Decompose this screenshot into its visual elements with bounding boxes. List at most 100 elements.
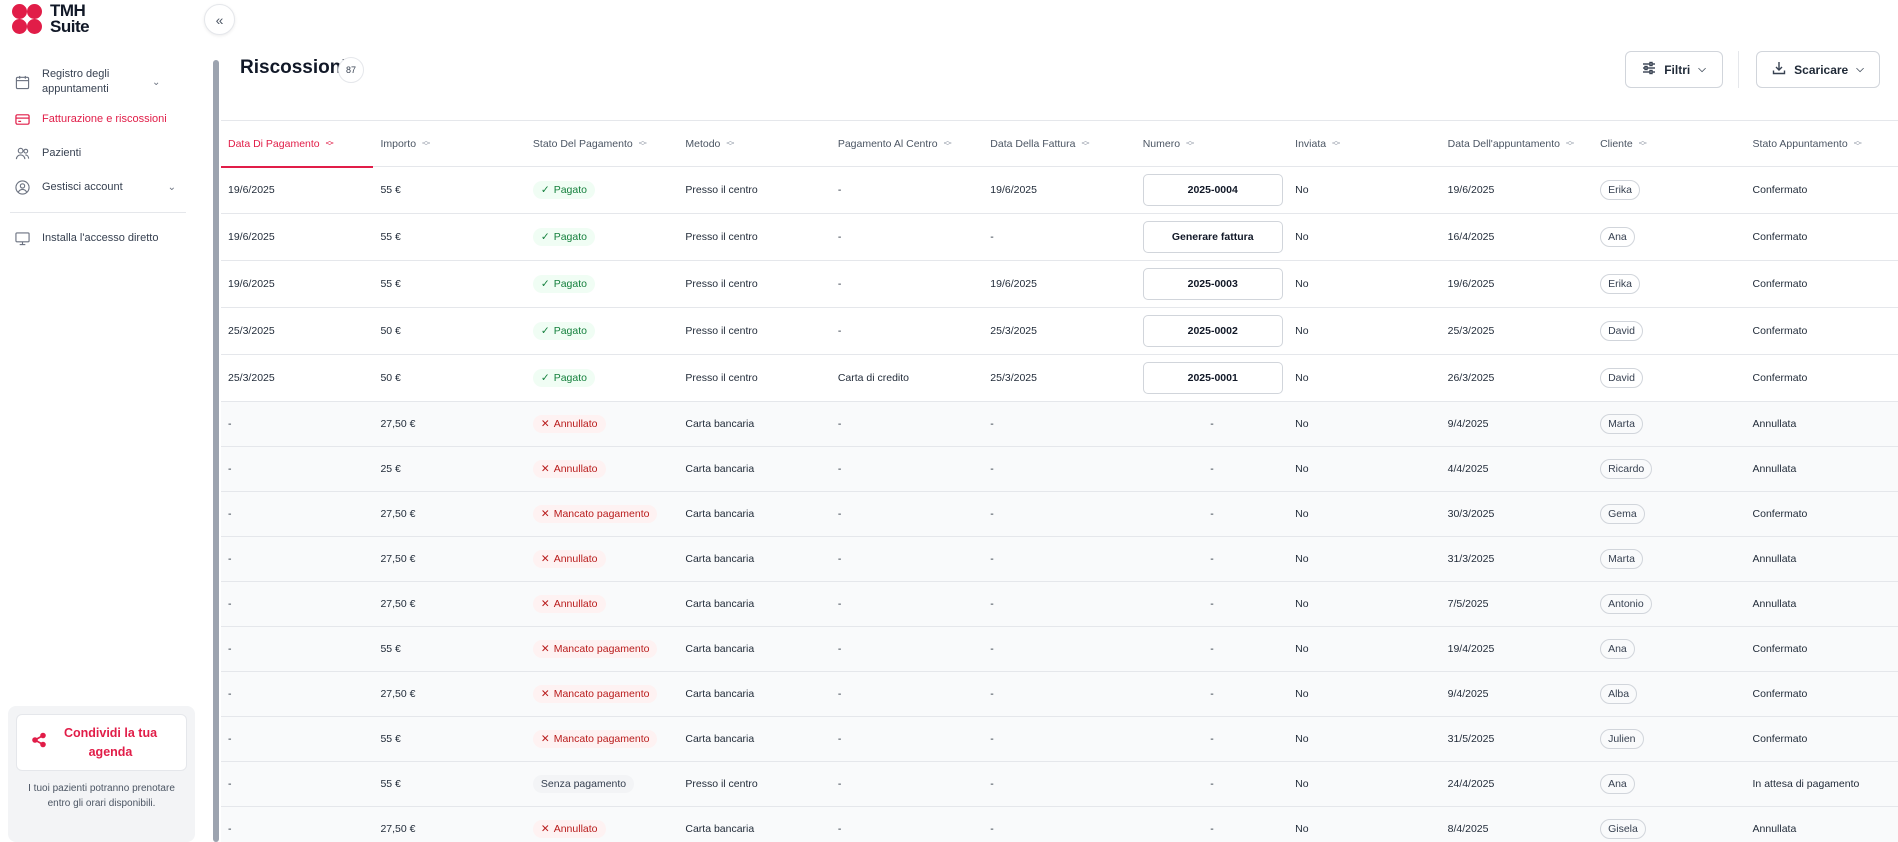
client-chip[interactable]: David — [1600, 321, 1643, 341]
cell-appointment-date: 30/3/2025 — [1441, 508, 1593, 520]
cell-amount: 55 € — [373, 231, 525, 243]
invoice-number: - — [1210, 778, 1214, 790]
cell-payment-date: 19/6/2025 — [221, 231, 373, 243]
client-chip[interactable]: Julien — [1600, 729, 1644, 749]
client-chip[interactable]: Marta — [1600, 549, 1643, 569]
column-header-data-di-pagamento[interactable]: Data Di Pagamento ︿ ﹀ — [221, 121, 374, 168]
client-chip[interactable]: Ana — [1600, 639, 1635, 659]
column-header-pagamento-al-centro[interactable]: Pagamento Al Centro ︿ ﹀ — [831, 121, 983, 167]
client-chip[interactable]: Erika — [1600, 274, 1641, 294]
table-row[interactable]: - 27,50 € ✕ Mancato pagamento Carta bancaria… — [221, 672, 1898, 717]
generate-invoice-button[interactable]: Generare fattura — [1142, 221, 1283, 253]
share-agenda-button[interactable]: Condividi la tua agenda — [16, 714, 187, 771]
column-header-cliente[interactable]: Cliente ︿ ﹀ — [1593, 121, 1745, 167]
invoice-number-button[interactable]: 2025-0001 — [1142, 362, 1283, 394]
table-row[interactable]: 19/6/2025 55 € ✓ Pagato Presso il centro - - Ge… — [221, 214, 1898, 261]
table-row[interactable]: - 27,50 € ✕ Mancato pagamento Carta bancaria… — [221, 492, 1898, 537]
column-header-stato-appuntamento[interactable]: Stato Appuntamento ︿ ﹀ — [1746, 121, 1898, 167]
cell-payment-status: ✓ Pagato — [526, 369, 678, 387]
cell-method: Presso il centro — [678, 184, 830, 196]
cell-number: - — [1136, 418, 1288, 430]
sort-icon[interactable]: ︿ ﹀ — [1566, 137, 1574, 151]
table-header: Data Di Pagamento ︿ ﹀ Importo ︿ ﹀ Stato Del Pa… — [221, 120, 1898, 168]
center-payment: - — [837, 231, 842, 243]
sidebar-scrollbar[interactable] — [213, 60, 219, 842]
client-chip[interactable]: Ana — [1600, 227, 1635, 247]
payments-table: Data Di Pagamento ︿ ﹀ Importo ︿ ﹀ Stato Del Pa… — [221, 120, 1898, 842]
column-header-data-dell-appuntamento[interactable]: Data Dell'appuntamento ︿ ﹀ — [1441, 121, 1593, 167]
share-agenda-panel: Condividi la tua agenda I tuoi pazienti … — [8, 706, 195, 842]
table-row[interactable]: 25/3/2025 50 € ✓ Pagato Presso il centro Cart… — [221, 355, 1898, 402]
collapse-sidebar-button[interactable]: « — [204, 4, 235, 35]
status-label: Annullato — [553, 418, 598, 430]
table-row[interactable]: 19/6/2025 55 € ✓ Pagato Presso il centro - 19/… — [221, 167, 1898, 214]
sort-icon[interactable]: ︿ ﹀ — [1639, 137, 1647, 151]
invoice-number-button[interactable]: 2025-0003 — [1142, 268, 1283, 300]
table-row[interactable]: - 55 € ✕ Mancato pagamento Carta bancaria - - -… — [221, 627, 1898, 672]
column-header-label: Pagamento Al Centro — [837, 138, 938, 150]
client-chip[interactable]: Antonio — [1600, 594, 1652, 614]
sort-icon[interactable]: ︿ ﹀ — [726, 137, 734, 151]
column-header-data-della-fattura[interactable]: Data Della Fattura ︿ ﹀ — [983, 121, 1135, 167]
table-row[interactable]: - 55 € Senza pagamento Presso il centro - - - N… — [221, 762, 1898, 807]
column-header-importo[interactable]: Importo ︿ ﹀ — [373, 121, 525, 167]
cell-invoice-date: 25/3/2025 — [983, 325, 1135, 337]
sort-icon[interactable]: ︿ ﹀ — [639, 137, 647, 151]
sort-icon[interactable]: ︿ ﹀ — [1332, 137, 1340, 151]
sidebar-item-fatturazione-e-riscossioni[interactable]: Fatturazione e riscossioni — [0, 102, 196, 136]
sort-icon[interactable]: ︿ ﹀ — [326, 137, 334, 151]
sent: No — [1295, 418, 1309, 430]
sidebar-item-pazienti[interactable]: Pazienti — [0, 136, 196, 170]
client-chip[interactable]: Ricardo — [1600, 459, 1653, 479]
client-chip[interactable]: Marta — [1600, 414, 1643, 434]
sort-icon[interactable]: ︿ ﹀ — [1081, 137, 1089, 151]
client-chip[interactable]: Erika — [1600, 180, 1641, 200]
cell-appointment-date: 24/4/2025 — [1441, 778, 1593, 790]
logo[interactable]: TMH Suite — [12, 2, 90, 36]
invoice-number-button[interactable]: 2025-0002 — [1142, 315, 1283, 347]
cell-sent: No — [1288, 278, 1440, 290]
column-header-stato-del-pagamento[interactable]: Stato Del Pagamento ︿ ﹀ — [526, 121, 678, 167]
cell-number: - — [1136, 778, 1288, 790]
invoice-number-button[interactable]: 2025-0004 — [1142, 174, 1283, 206]
sidebar-item-installa-l-accesso-diretto[interactable]: Installa l'accesso diretto — [0, 221, 196, 255]
table-row[interactable]: 25/3/2025 50 € ✓ Pagato Presso il centro - 25/… — [221, 308, 1898, 355]
table-row[interactable]: - 25 € ✕ Annullato Carta bancaria - - - No 4/4/20… — [221, 447, 1898, 492]
column-header-metodo[interactable]: Metodo ︿ ﹀ — [678, 121, 830, 167]
client-chip[interactable]: David — [1600, 368, 1643, 388]
sidebar-item-gestisci-account[interactable]: Gestisci account ⌄ — [0, 170, 196, 204]
cell-invoice-date: - — [983, 463, 1135, 475]
sidebar-item-registro-degli-appuntamenti[interactable]: Registro degli appuntamenti ⌄ — [0, 62, 196, 102]
client-chip[interactable]: Gema — [1600, 504, 1645, 524]
table-row[interactable]: - 27,50 € ✕ Annullato Carta bancaria - - - No 9/4… — [221, 402, 1898, 447]
sort-icon[interactable]: ︿ ﹀ — [1186, 137, 1194, 151]
client-chip[interactable]: Alba — [1600, 684, 1638, 704]
cell-center-payment: - — [831, 598, 983, 610]
table-row[interactable]: - 27,50 € ✕ Annullato Carta bancaria - - - No 8/4… — [221, 807, 1898, 842]
cell-appointment-status: Confermato — [1746, 372, 1898, 384]
chevron-down-icon[interactable]: ⌄ — [152, 77, 160, 88]
sent: No — [1295, 823, 1309, 835]
cell-payment-status: ✓ Pagato — [526, 322, 678, 340]
column-header-numero[interactable]: Numero ︿ ﹀ — [1136, 121, 1288, 167]
cell-invoice-date: - — [983, 643, 1135, 655]
client-chip[interactable]: Ana — [1600, 774, 1635, 794]
invoice-date: - — [990, 598, 994, 610]
cell-appointment-status: Annullata — [1746, 418, 1898, 430]
download-button[interactable]: Scaricare ⌵ — [1756, 51, 1880, 88]
sidebar-item-label: Fatturazione e riscossioni — [42, 112, 167, 125]
table-row[interactable]: - 27,50 € ✕ Annullato Carta bancaria - - - No 31/… — [221, 537, 1898, 582]
chevron-down-icon[interactable]: ⌄ — [168, 182, 176, 193]
column-header-inviata[interactable]: Inviata ︿ ﹀ — [1288, 121, 1440, 167]
table-row[interactable]: - 55 € ✕ Mancato pagamento Carta bancaria - - -… — [221, 717, 1898, 762]
sort-icon[interactable]: ︿ ﹀ — [1854, 137, 1862, 151]
sort-icon[interactable]: ︿ ﹀ — [944, 137, 952, 151]
sort-icon[interactable]: ︿ ﹀ — [422, 137, 430, 151]
filter-button[interactable]: Filtri ⌵ — [1625, 51, 1723, 88]
client-chip[interactable]: Gisela — [1600, 819, 1646, 839]
status-badge: ✕ Annullato — [532, 595, 606, 613]
appointment-status: Confermato — [1752, 733, 1808, 745]
cell-number: - — [1136, 688, 1288, 700]
table-row[interactable]: - 27,50 € ✕ Annullato Carta bancaria - - - No 7/5… — [221, 582, 1898, 627]
table-row[interactable]: 19/6/2025 55 € ✓ Pagato Presso il centro - 19/… — [221, 261, 1898, 308]
